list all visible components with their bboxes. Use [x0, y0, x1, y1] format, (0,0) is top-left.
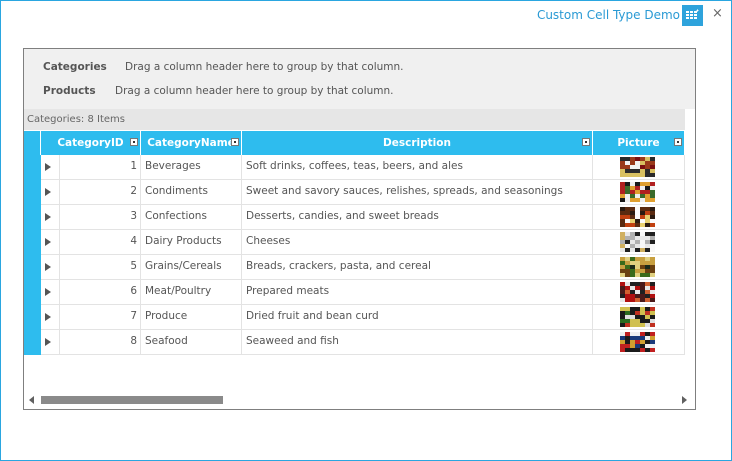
cell-description[interactable]: Prepared meats: [242, 280, 593, 304]
row-indicator[interactable]: [24, 305, 41, 330]
group-label: Categories: [43, 61, 107, 73]
row-indicator[interactable]: [24, 180, 41, 205]
table-row[interactable]: 1 Beverages Soft drinks, coffees, teas, be…: [24, 155, 685, 180]
cell-categoryname[interactable]: Produce: [141, 305, 242, 329]
column-filter-icon[interactable]: [130, 138, 138, 146]
cell-categoryname[interactable]: Confections: [141, 205, 242, 229]
column-header-description[interactable]: Description: [242, 131, 593, 155]
column-header-categoryid[interactable]: CategoryID: [41, 131, 141, 155]
cell-categoryid[interactable]: 2: [59, 180, 141, 204]
cell-description[interactable]: Sweet and savory sauces, relishes, sprea…: [242, 180, 593, 204]
column-header-row: CategoryID CategoryName Description Pict…: [24, 131, 685, 155]
expand-arrow-icon[interactable]: [45, 263, 51, 271]
category-picture-icon: [620, 257, 655, 277]
cell-description[interactable]: Breads, crackers, pasta, and cereal: [242, 255, 593, 279]
column-filter-icon[interactable]: [674, 138, 682, 146]
row-indicator[interactable]: [24, 280, 41, 305]
cell-picture[interactable]: [593, 330, 685, 354]
column-header-label: CategoryID: [57, 137, 124, 149]
category-picture-icon: [620, 332, 655, 352]
category-picture-icon: [620, 282, 655, 302]
cell-categoryname[interactable]: Seafood: [141, 330, 242, 354]
cell-categoryname[interactable]: Grains/Cereals: [141, 255, 242, 279]
cell-categoryid[interactable]: 6: [59, 280, 141, 304]
group-hint: Drag a column header here to group by th…: [125, 61, 404, 73]
grid-menu-icon: [686, 9, 700, 19]
cell-categoryid[interactable]: 7: [59, 305, 141, 329]
table-row[interactable]: 2 Condiments Sweet and savory sauces, reli…: [24, 180, 685, 205]
expand-arrow-icon[interactable]: [45, 188, 51, 196]
cell-categoryname[interactable]: Beverages: [141, 155, 242, 179]
scroll-right-arrow-icon[interactable]: [682, 396, 687, 404]
cell-categoryid[interactable]: 1: [59, 155, 141, 179]
cell-description[interactable]: Soft drinks, coffees, teas, beers, and a…: [242, 155, 593, 179]
cell-categoryid[interactable]: 3: [59, 205, 141, 229]
grid-menu-button[interactable]: [682, 5, 703, 26]
window-title: Custom Cell Type Demo: [536, 8, 680, 22]
group-label: Products: [43, 85, 96, 97]
table-row[interactable]: 4 Dairy Products Cheeses: [24, 230, 685, 255]
cell-picture[interactable]: [593, 205, 685, 229]
table-row[interactable]: 5 Grains/Cereals Breads, crackers, pasta, …: [24, 255, 685, 280]
cell-categoryid[interactable]: 8: [59, 330, 141, 354]
column-header-label: CategoryName: [147, 137, 235, 149]
row-indicator[interactable]: [24, 155, 41, 180]
row-indicator[interactable]: [24, 205, 41, 230]
expand-arrow-icon[interactable]: [45, 163, 51, 171]
cell-categoryid[interactable]: 4: [59, 230, 141, 254]
expand-arrow-icon[interactable]: [45, 288, 51, 296]
close-button[interactable]: ×: [712, 6, 723, 22]
cell-picture[interactable]: [593, 180, 685, 204]
table-row[interactable]: 3 Confections Desserts, candies, and sweet…: [24, 205, 685, 230]
cell-categoryid[interactable]: 5: [59, 255, 141, 279]
scroll-left-arrow-icon[interactable]: [29, 396, 34, 404]
column-filter-icon[interactable]: [231, 138, 239, 146]
cell-categoryname[interactable]: Condiments: [141, 180, 242, 204]
column-header-label: Description: [383, 137, 451, 149]
cell-categoryname[interactable]: Meat/Poultry: [141, 280, 242, 304]
scrollbar-thumb[interactable]: [41, 396, 223, 404]
cell-picture[interactable]: [593, 230, 685, 254]
expand-arrow-icon[interactable]: [45, 338, 51, 346]
cell-description[interactable]: Dried fruit and bean curd: [242, 305, 593, 329]
table-row[interactable]: 6 Meat/Poultry Prepared meats: [24, 280, 685, 305]
expand-arrow-icon[interactable]: [45, 313, 51, 321]
column-filter-icon[interactable]: [582, 138, 590, 146]
cell-picture[interactable]: [593, 155, 685, 179]
cell-picture[interactable]: [593, 255, 685, 279]
category-picture-icon: [620, 157, 655, 177]
horizontal-scrollbar[interactable]: [24, 391, 695, 409]
expand-arrow-icon[interactable]: [45, 213, 51, 221]
table-row[interactable]: 8 Seafood Seaweed and fish: [24, 330, 685, 355]
cell-description[interactable]: Cheeses: [242, 230, 593, 254]
cell-categoryname[interactable]: Dairy Products: [141, 230, 242, 254]
category-picture-icon: [620, 207, 655, 227]
table-row[interactable]: 7 Produce Dried fruit and bean curd: [24, 305, 685, 330]
expand-arrow-icon[interactable]: [45, 238, 51, 246]
cell-description[interactable]: Desserts, candies, and sweet breads: [242, 205, 593, 229]
row-indicator[interactable]: [24, 330, 41, 355]
category-picture-icon: [620, 307, 655, 327]
row-indicator[interactable]: [24, 230, 41, 255]
band-info: Categories: 8 Items: [24, 109, 685, 130]
category-picture-icon: [620, 182, 655, 202]
cell-description[interactable]: Seaweed and fish: [242, 330, 593, 354]
group-by-panel[interactable]: Categories Drag a column header here to …: [24, 49, 695, 109]
row-indicator[interactable]: [24, 255, 41, 280]
column-header-categoryname[interactable]: CategoryName: [141, 131, 242, 155]
row-header-corner: [24, 131, 41, 155]
cell-picture[interactable]: [593, 305, 685, 329]
group-hint: Drag a column header here to group by th…: [115, 85, 394, 97]
app-window: Custom Cell Type Demo × Categories Drag …: [0, 0, 732, 461]
column-header-label: Picture: [617, 137, 660, 149]
column-header-picture[interactable]: Picture: [593, 131, 685, 155]
category-picture-icon: [620, 232, 655, 252]
data-grid: Categories Drag a column header here to …: [23, 48, 696, 410]
cell-picture[interactable]: [593, 280, 685, 304]
